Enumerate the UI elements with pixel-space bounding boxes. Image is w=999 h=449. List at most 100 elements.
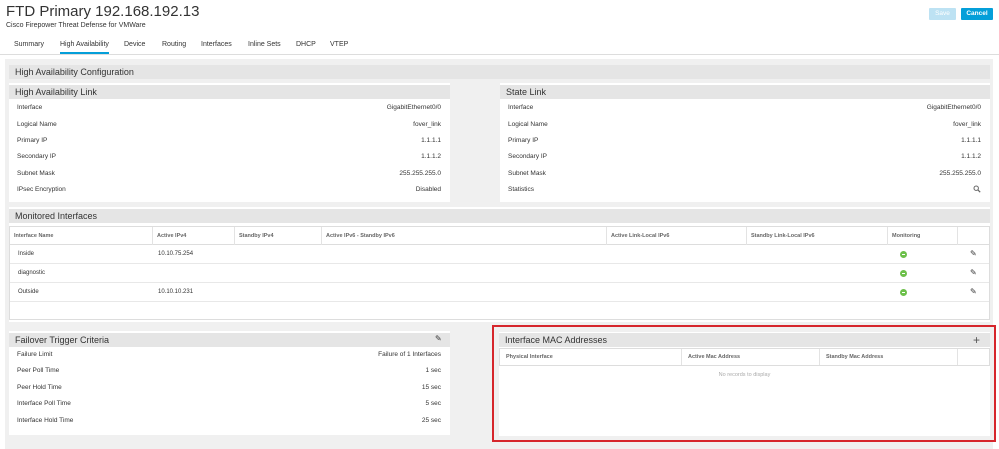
- column-header[interactable]: Standby Mac Address: [820, 349, 958, 365]
- column-header[interactable]: Physical Interface: [500, 349, 682, 365]
- ha-link-label: Secondary IP: [17, 153, 57, 160]
- failover-value: 5 sec: [425, 400, 441, 407]
- table-header: Interface Name Active IPv4 Standby IPv4 …: [10, 227, 989, 245]
- table-row[interactable]: diagnostic ✎: [10, 264, 989, 283]
- add-icon[interactable]: +: [973, 334, 980, 346]
- state-link-label: Statistics: [508, 186, 535, 193]
- ha-link-label: IPsec Encryption: [17, 186, 66, 193]
- state-link-label: Primary IP: [508, 137, 539, 144]
- tab-routing[interactable]: Routing: [162, 41, 186, 48]
- monitored-header: Monitored Interfaces: [9, 209, 990, 223]
- failover-row: Failure Limit Failure of 1 Interfaces: [17, 350, 441, 360]
- column-header[interactable]: Standby Link-Local IPv6: [747, 227, 888, 245]
- state-link-row: Logical Name fover_link: [508, 120, 981, 130]
- statistics-link[interactable]: [973, 185, 981, 197]
- column-header[interactable]: Monitoring: [888, 227, 958, 245]
- tab-summary[interactable]: Summary: [14, 41, 44, 48]
- state-link-row: Statistics: [508, 185, 981, 195]
- column-header: [958, 349, 989, 365]
- state-link-header: State Link: [500, 85, 990, 99]
- interface-name: Inside: [18, 251, 35, 257]
- ha-link-value: GigabitEthernet0/0: [386, 104, 441, 111]
- interface-name: diagnostic: [18, 270, 46, 276]
- failover-row: Peer Hold Time 15 sec: [17, 383, 441, 393]
- state-link-value: 1.1.1.2: [961, 153, 981, 160]
- failover-label: Interface Poll Time: [17, 400, 71, 407]
- ha-link-row: Interface GigabitEthernet0/0: [17, 103, 441, 113]
- failover-value: 25 sec: [421, 417, 441, 424]
- ha-link-header: High Availability Link: [9, 85, 450, 99]
- tab-interfaces[interactable]: Interfaces: [201, 41, 232, 48]
- monitoring-enabled-icon: [900, 289, 907, 296]
- edit-icon[interactable]: ✎: [970, 268, 977, 277]
- failover-row: Peer Poll Time 1 sec: [17, 366, 441, 376]
- column-header[interactable]: Active IPv4: [153, 227, 235, 245]
- ha-link-label: Subnet Mask: [17, 170, 55, 177]
- ha-link-row: IPsec Encryption Disabled: [17, 185, 441, 195]
- ha-link-value: fover_link: [413, 121, 441, 128]
- state-link-value: GigabitEthernet0/0: [926, 104, 981, 111]
- mac-header: Interface MAC Addresses: [499, 333, 990, 347]
- state-link-row: Secondary IP 1.1.1.2: [508, 152, 981, 162]
- tab-bar: Summary High Availability Device Routing…: [0, 36, 999, 55]
- monitoring-enabled-icon: [900, 270, 907, 277]
- table-row[interactable]: Outside 10.10.10.231 ✎: [10, 283, 989, 302]
- tab-dhcp[interactable]: DHCP: [296, 41, 316, 48]
- failover-value: 15 sec: [421, 384, 441, 391]
- ha-link-value: 1.1.1.1: [421, 137, 441, 144]
- table-row[interactable]: Inside 10.10.75.254 ✎: [10, 245, 989, 264]
- save-button[interactable]: Save: [929, 8, 956, 20]
- edit-icon[interactable]: ✎: [970, 249, 977, 258]
- search-icon: [973, 185, 981, 193]
- tab-high-availability[interactable]: High Availability: [60, 41, 109, 54]
- state-link-row: Primary IP 1.1.1.1: [508, 136, 981, 146]
- empty-state: No records to display: [718, 372, 771, 378]
- column-header[interactable]: Active IPv6 - Standby IPv6: [322, 227, 607, 245]
- page-title: FTD Primary 192.168.192.13: [6, 3, 200, 20]
- column-header[interactable]: Interface Name: [10, 227, 153, 245]
- tab-vtep[interactable]: VTEP: [330, 41, 348, 48]
- active-ipv4: 10.10.10.231: [158, 289, 194, 295]
- state-link-label: Interface: [508, 104, 534, 111]
- state-link-label: Logical Name: [508, 121, 548, 128]
- failover-row: Interface Hold Time 25 sec: [17, 416, 441, 426]
- state-link-row: Interface GigabitEthernet0/0: [508, 103, 981, 113]
- failover-value: Failure of 1 Interfaces: [378, 351, 441, 358]
- failover-value: 1 sec: [425, 367, 441, 374]
- ha-link-row: Subnet Mask 255.255.255.0: [17, 169, 441, 179]
- active-ipv4: 10.10.75.254: [158, 251, 194, 257]
- monitored-interfaces-table: Interface Name Active IPv4 Standby IPv4 …: [9, 226, 990, 320]
- ha-link-label: Logical Name: [17, 121, 57, 128]
- tab-inline-sets[interactable]: Inline Sets: [248, 41, 281, 48]
- column-header[interactable]: Active Link-Local IPv6: [607, 227, 747, 245]
- ha-link-row: Logical Name fover_link: [17, 120, 441, 130]
- ha-link-row: Primary IP 1.1.1.1: [17, 136, 441, 146]
- state-link-label: Subnet Mask: [508, 170, 546, 177]
- failover-label: Peer Poll Time: [17, 367, 60, 374]
- ha-link-value: Disabled: [415, 186, 441, 193]
- ha-config-header: High Availability Configuration: [9, 65, 990, 79]
- state-link-label: Secondary IP: [508, 153, 548, 160]
- state-link-value: fover_link: [953, 121, 981, 128]
- state-link-value: 255.255.255.0: [939, 170, 981, 177]
- failover-label: Interface Hold Time: [17, 417, 74, 424]
- ha-link-label: Primary IP: [17, 137, 48, 144]
- monitoring-enabled-icon: [900, 251, 907, 258]
- column-header[interactable]: Active Mac Address: [682, 349, 820, 365]
- failover-header: Failover Trigger Criteria: [9, 333, 450, 347]
- ha-link-value: 1.1.1.2: [421, 153, 441, 160]
- ha-link-value: 255.255.255.0: [399, 170, 441, 177]
- failover-row: Interface Poll Time 5 sec: [17, 399, 441, 409]
- ha-link-label: Interface: [17, 104, 43, 111]
- interface-name: Outside: [18, 289, 39, 295]
- edit-icon[interactable]: ✎: [970, 287, 977, 296]
- tab-device[interactable]: Device: [124, 41, 145, 48]
- device-model: Cisco Firepower Threat Defense for VMWar…: [6, 22, 146, 29]
- column-header: [958, 227, 991, 245]
- state-link-value: 1.1.1.1: [961, 137, 981, 144]
- failover-label: Failure Limit: [17, 351, 53, 358]
- ha-link-row: Secondary IP 1.1.1.2: [17, 152, 441, 162]
- edit-icon[interactable]: ✎: [435, 334, 442, 343]
- cancel-button[interactable]: Cancel: [961, 8, 993, 20]
- column-header[interactable]: Standby IPv4: [235, 227, 322, 245]
